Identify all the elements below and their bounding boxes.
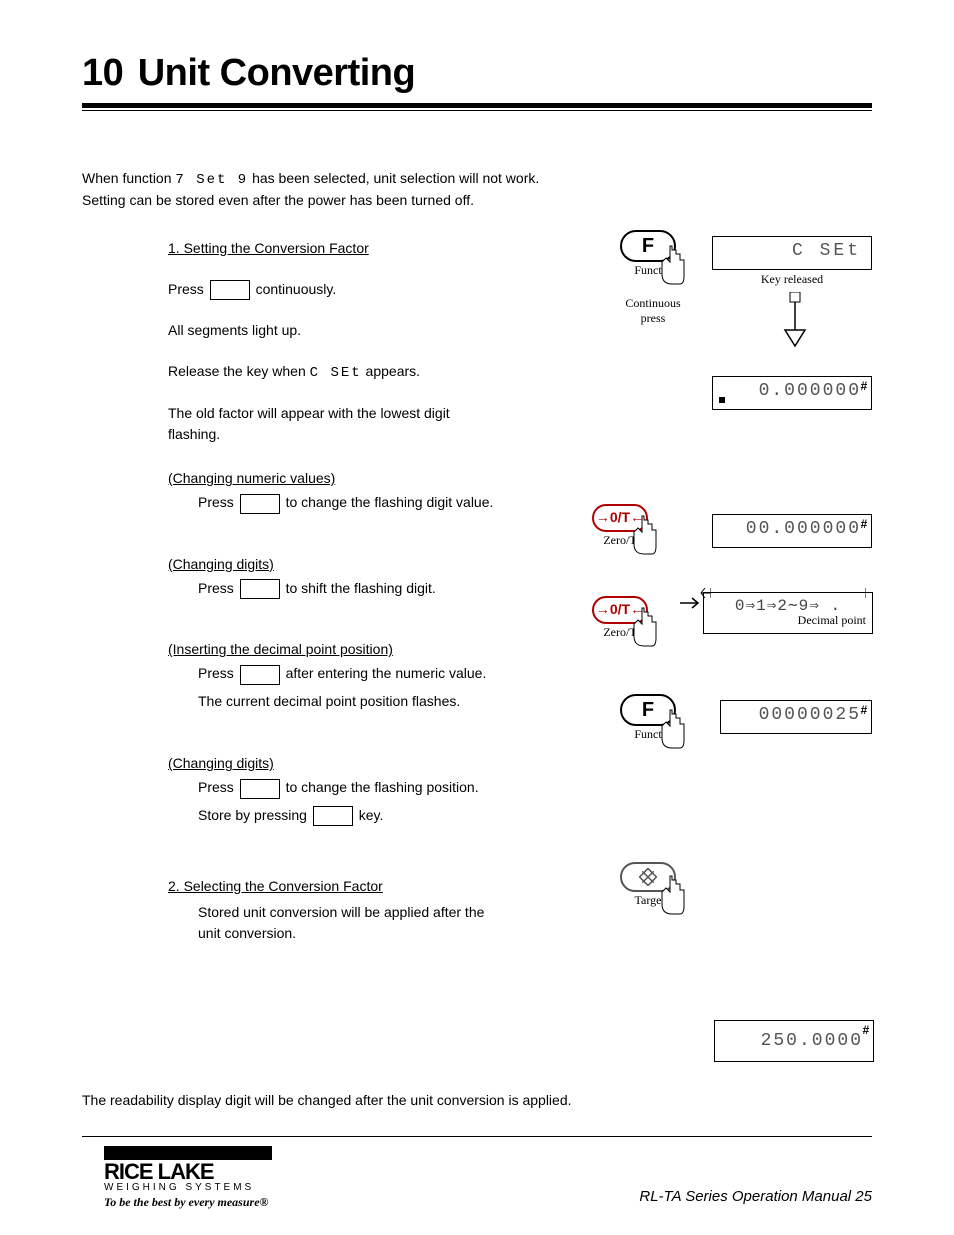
h4b: to change the flashing position. — [286, 779, 479, 795]
intro-code: 7 Set 9 — [175, 172, 248, 188]
hash-4: # — [862, 1023, 869, 1037]
zero-tare-button-2: →0/T← Zero/T — [592, 596, 648, 640]
intro-paragraph: When function 7 Set 9 has been selected,… — [82, 168, 602, 211]
intro-line2: Setting can be stored even after the pow… — [82, 192, 474, 208]
h5b: Stored unit conversion will be applied a… — [198, 904, 484, 940]
h5: 2. Selecting the Conversion Factor — [168, 878, 383, 894]
continuous-press-label: Continuous press — [608, 296, 698, 326]
logo-bar — [104, 1146, 272, 1160]
hand-icon-5 — [658, 874, 688, 918]
step1-p3-prefix: Release the key when — [168, 363, 310, 379]
key-blank-5 — [240, 779, 280, 799]
lcd-25: # 00000025 — [720, 700, 872, 734]
lcd-00: # 00.000000 — [712, 514, 872, 548]
h4: (Changing digits) — [168, 755, 274, 771]
step1-p1-prefix: Press — [168, 281, 208, 297]
key-blank-2 — [240, 494, 280, 514]
lcd-250-value: 250.0000 — [721, 1031, 863, 1051]
lcd-cset-value: C SEt — [792, 241, 861, 261]
note-text: The readability display digit will be ch… — [82, 1090, 602, 1110]
lcd-zero: # 0.000000 — [712, 376, 872, 410]
section-number: 10 — [82, 52, 123, 94]
step1-p2: All segments light up. — [168, 322, 301, 338]
footer-logo: RICE LAKE WEIGHING SYSTEMS To be the bes… — [104, 1146, 304, 1210]
hand-icon-2 — [630, 514, 660, 558]
lcd-00-value: 00.000000 — [746, 519, 861, 539]
key-released-label: Key released — [742, 272, 842, 287]
arrow-down-icon — [780, 292, 810, 352]
h2: (Changing digits) — [168, 556, 274, 572]
target-button: Targe — [620, 862, 676, 908]
digit-sequence-box: 0⇒1⇒2∼9⇒ . Decimal point — [703, 592, 873, 634]
h2a: Press — [198, 580, 238, 596]
decimal-point-label: Decimal point — [710, 613, 866, 628]
step1-block: 1. Setting the Conversion Factor Press c… — [168, 238, 468, 444]
key-blank-6 — [313, 806, 353, 826]
h1a: Press — [198, 494, 238, 510]
key-blank-3 — [240, 579, 280, 599]
hash-2: # — [860, 517, 867, 531]
page-header: 10 Unit Converting — [82, 52, 872, 111]
h4ca: Store by pressing — [198, 807, 311, 823]
digit-seq-text: 0⇒1⇒2∼9⇒ . — [710, 595, 866, 615]
logo-sub: WEIGHING SYSTEMS — [104, 1182, 304, 1193]
step1-p4: The old factor will appear with the lowe… — [168, 405, 450, 441]
section-title: Unit Converting — [138, 52, 415, 94]
step1-p1-suffix: continuously. — [256, 281, 337, 297]
footer-rule — [82, 1136, 872, 1137]
intro-prefix: When function — [82, 170, 175, 186]
lcd-25-value: 00000025 — [759, 705, 861, 725]
target-icon — [639, 868, 657, 886]
h4a: Press — [198, 779, 238, 795]
step1-heading: 1. Setting the Conversion Factor — [168, 240, 369, 256]
h2b: to shift the flashing digit. — [286, 580, 436, 596]
h1b: to change the flashing digit value. — [286, 494, 494, 510]
note: The readability display digit will be ch… — [82, 1092, 572, 1108]
f-button-top: F Funct — [620, 230, 676, 278]
h3a: Press — [198, 665, 238, 681]
f-button-mid: F Funct — [620, 694, 676, 742]
header-rule — [82, 103, 872, 111]
hash-1: # — [860, 379, 867, 393]
step1-p3-suffix: appears. — [366, 363, 420, 379]
hand-icon — [658, 244, 688, 288]
h3b: after entering the numeric value. — [286, 665, 487, 681]
key-blank-4 — [240, 665, 280, 685]
step1-p3-code: C SEt — [310, 365, 362, 381]
hash-3: # — [860, 703, 867, 717]
footer-page-label: RL-TA Series Operation Manual 25 — [639, 1188, 872, 1205]
hand-icon-4 — [658, 708, 688, 752]
f-face-text-mid: F — [642, 699, 654, 721]
h3c: The current decimal point position flash… — [198, 693, 460, 709]
intro-suffix: has been selected, unit selection will n… — [252, 170, 539, 186]
logo-name: RICE LAKE — [104, 1162, 304, 1182]
lcd-zero-value: 0.000000 — [759, 381, 861, 401]
f-face-text: F — [642, 235, 654, 257]
h3: (Inserting the decimal point position) — [168, 641, 393, 657]
lcd-250: # 250.0000 — [714, 1020, 874, 1062]
key-blank-1 — [210, 280, 250, 300]
h1: (Changing numeric values) — [168, 470, 335, 486]
numeric-steps: (Changing numeric values) Press to chang… — [168, 468, 498, 943]
lcd-cset: C SEt — [712, 236, 872, 270]
zero-tare-button-1: →0/T← Zero/T — [592, 504, 648, 548]
dot-1 — [719, 397, 725, 403]
logo-tag: To be the best by every measure® — [104, 1195, 304, 1210]
h4cb: key. — [359, 807, 384, 823]
hand-icon-3 — [630, 606, 660, 650]
